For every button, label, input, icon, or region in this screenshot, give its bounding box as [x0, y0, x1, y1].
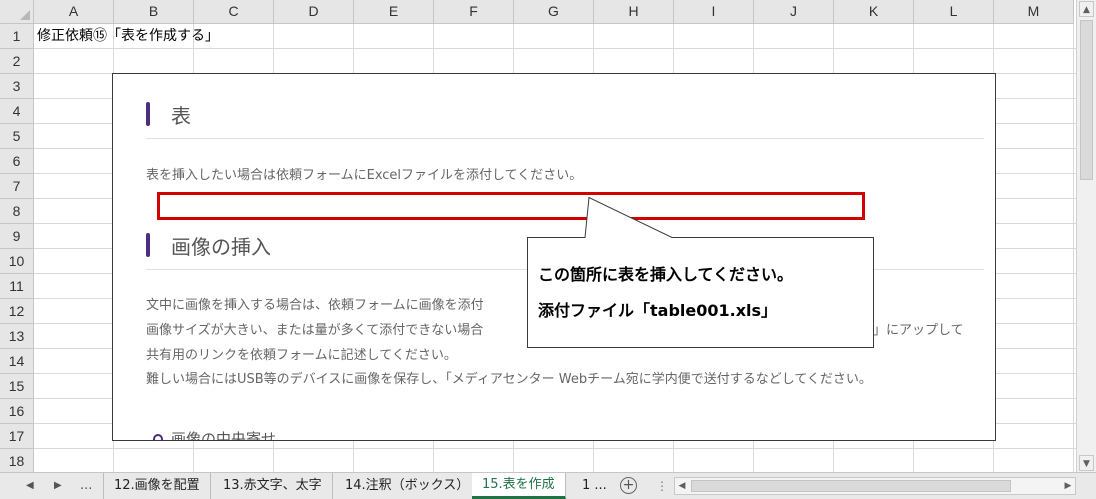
row-header[interactable]: 1	[0, 24, 34, 49]
column-header[interactable]: E	[354, 0, 434, 24]
column-header[interactable]: F	[434, 0, 514, 24]
column-header[interactable]: K	[834, 0, 914, 24]
column-header[interactable]: H	[594, 0, 674, 24]
tab-12[interactable]: 12.画像を配置	[103, 473, 211, 499]
column-header[interactable]: I	[674, 0, 754, 24]
row-header[interactable]: 4	[0, 99, 34, 124]
scroll-right-icon[interactable]: ▶	[1061, 478, 1075, 494]
row-header[interactable]: 13	[0, 324, 34, 349]
scroll-left-icon[interactable]: ◀	[675, 478, 689, 494]
vertical-scrollbar[interactable]: ▲ ▼	[1076, 0, 1096, 472]
gridline	[34, 448, 1076, 449]
circle-bullet-icon	[153, 434, 163, 440]
tab-15-active[interactable]: 15.表を作成	[472, 473, 566, 499]
row-header[interactable]: 18	[0, 449, 34, 472]
column-header[interactable]: D	[274, 0, 354, 24]
select-all-corner[interactable]	[0, 0, 34, 24]
add-sheet-icon[interactable]: +	[620, 477, 637, 494]
section-accent-bar	[146, 102, 150, 126]
callout-line-2: 添付ファイル「table001.xls」	[538, 301, 778, 320]
image-paragraph-line: 文中に画像を挿入する場合は、依頼フォームに画像を添付	[146, 298, 484, 313]
column-header[interactable]: G	[514, 0, 594, 24]
row-header[interactable]: 14	[0, 349, 34, 374]
cell-a1[interactable]: 修正依頼⑮「表を作成する」	[37, 26, 219, 46]
section-divider	[146, 138, 984, 139]
next-sheet-icon[interactable]: ▶	[54, 473, 62, 499]
spreadsheet-grid[interactable]: ABCDEFGHIJKLM 1 2 3 4 5 6 7 8 9 10 11 12 13 14 15 16 17 1…	[0, 0, 1076, 472]
gridline	[34, 48, 1076, 49]
row-header[interactable]: 10	[0, 249, 34, 274]
column-header[interactable]: A	[34, 0, 114, 24]
row-header[interactable]: 17	[0, 424, 34, 449]
subheading-center-image: 画像の中央寄せ	[171, 430, 277, 441]
hscroll-thumb[interactable]	[691, 480, 1011, 492]
row-header[interactable]: 9	[0, 224, 34, 249]
callout-box[interactable]: この箇所に表を挿入してください。 添付ファイル「table001.xls」	[527, 197, 874, 348]
row-header[interactable]: 7	[0, 174, 34, 199]
column-header[interactable]: M	[994, 0, 1074, 24]
prev-sheet-icon[interactable]: ◀	[26, 473, 34, 499]
image-paragraph-line: 共有用のリンクを依頼フォームに記述してください。	[146, 348, 457, 363]
table-instruction-text: 表を挿入したい場合は依頼フォームにExcelファイルを添付してください。	[146, 168, 583, 183]
tab-split-handle[interactable]: ⋮	[656, 479, 668, 493]
row-header[interactable]: 15	[0, 374, 34, 399]
section-heading-image: 画像の挿入	[171, 235, 271, 259]
image-paragraph-line: 難しい場合にはUSB等のデバイスに画像を保存し、「メディアセンター Webチーム…	[146, 372, 872, 387]
column-header[interactable]: J	[754, 0, 834, 24]
scroll-down-icon[interactable]: ▼	[1079, 455, 1094, 471]
callout-line-1: この箇所に表を挿入してください。	[538, 265, 794, 284]
row-header[interactable]: 6	[0, 149, 34, 174]
scroll-up-icon[interactable]: ▲	[1079, 1, 1094, 17]
row-header[interactable]: 2	[0, 49, 34, 74]
sheet-tab-bar: ◀ ▶ ... 12.画像を配置 13.赤文字、太字 14.注釈（ボックス） 1…	[0, 472, 1096, 499]
more-sheets-left[interactable]: ...	[80, 473, 92, 499]
tab-14[interactable]: 14.注釈（ボックス）	[335, 473, 481, 499]
row-header[interactable]: 5	[0, 124, 34, 149]
row-header[interactable]: 12	[0, 299, 34, 324]
tab-13[interactable]: 13.赤文字、太字	[213, 473, 333, 499]
section-heading-table: 表	[171, 104, 191, 128]
row-header[interactable]: 3	[0, 74, 34, 99]
image-paragraph-line: 画像サイズが大きい、または量が多くて添付できない場合	[146, 323, 484, 338]
image-paragraph-tail: 」にアップして	[873, 323, 964, 338]
row-header[interactable]: 8	[0, 199, 34, 224]
section-accent-bar	[146, 233, 150, 257]
column-header[interactable]: B	[114, 0, 194, 24]
scroll-thumb[interactable]	[1080, 20, 1093, 180]
column-header[interactable]: C	[194, 0, 274, 24]
column-header[interactable]: L	[914, 0, 994, 24]
tab-more[interactable]: 1 ...	[572, 473, 617, 499]
row-header[interactable]: 16	[0, 399, 34, 424]
row-header[interactable]: 11	[0, 274, 34, 299]
horizontal-scrollbar[interactable]: ◀ ▶	[674, 477, 1076, 495]
